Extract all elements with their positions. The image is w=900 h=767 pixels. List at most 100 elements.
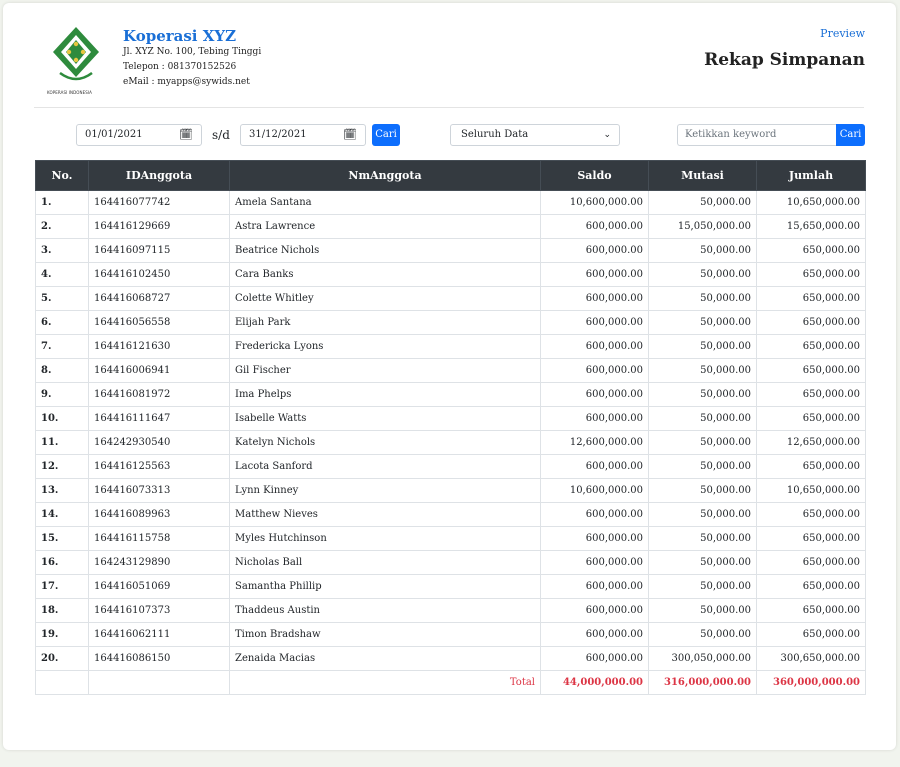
cell-saldo: 600,000.00: [540, 310, 649, 335]
date-filter-button[interactable]: Cari: [372, 124, 400, 146]
table-row: 17. 164416051069 Samantha Phillip 600,000.0…: [35, 574, 866, 599]
cell-mutasi: 50,000.00: [648, 502, 757, 527]
cell-saldo: 600,000.00: [540, 526, 649, 551]
keyword-search-input[interactable]: Ketikkan keyword: [677, 124, 836, 146]
cell-mutasi: 50,000.00: [648, 454, 757, 479]
date-to-input[interactable]: 31/12/2021 🗓︎: [240, 124, 366, 146]
cell-saldo: 600,000.00: [540, 622, 649, 647]
cell-nmanggota: Amela Santana: [229, 190, 541, 215]
data-scope-select[interactable]: Seluruh Data ⌄: [450, 124, 620, 146]
cell-mutasi: 50,000.00: [648, 190, 757, 215]
col-header-mutasi[interactable]: Mutasi: [648, 160, 757, 191]
table-row: 12. 164416125563 Lacota Sanford 600,000.00 5…: [35, 454, 866, 479]
table-row: 20. 164416086150 Zenaida Macias 600,000.00 3…: [35, 646, 866, 671]
table-total-row: Total 44,000,000.00 316,000,000.00 360,0…: [35, 670, 866, 695]
cell-idanggota: 164416081972: [88, 382, 230, 407]
cell-jumlah: 650,000.00: [756, 526, 866, 551]
report-header: KOPERASI INDONESIA Koperasi XYZ Jl. XYZ …: [3, 3, 896, 107]
col-header-jumlah[interactable]: Jumlah: [756, 160, 866, 191]
cell-no: 8.: [35, 358, 89, 383]
cell-nmanggota: Elijah Park: [229, 310, 541, 335]
cell-jumlah: 10,650,000.00: [756, 190, 866, 215]
cell-no: 19.: [35, 622, 89, 647]
cell-mutasi: 50,000.00: [648, 574, 757, 599]
header-divider: [34, 107, 864, 108]
cell-mutasi: 50,000.00: [648, 478, 757, 503]
cell-nmanggota: Timon Bradshaw: [229, 622, 541, 647]
calendar-icon[interactable]: 🗓︎: [343, 125, 357, 145]
cell-idanggota: 164243129890: [88, 550, 230, 575]
cell-idanggota: 164416073313: [88, 478, 230, 503]
cell-no: 11.: [35, 430, 89, 455]
cell-saldo: 600,000.00: [540, 262, 649, 287]
savings-table: No. IDAnggota NmAnggota Saldo Mutasi Jum…: [35, 160, 866, 695]
cell-no: 5.: [35, 286, 89, 311]
cell-mutasi: 50,000.00: [648, 334, 757, 359]
cell-nmanggota: Cara Banks: [229, 262, 541, 287]
cell-jumlah: 650,000.00: [756, 262, 866, 287]
cell-idanggota: 164416006941: [88, 358, 230, 383]
cell-no: 20.: [35, 646, 89, 671]
cell-idanggota: 164416129669: [88, 214, 230, 239]
cell-jumlah: 650,000.00: [756, 598, 866, 623]
col-header-no[interactable]: No.: [35, 160, 89, 191]
cell-saldo: 600,000.00: [540, 334, 649, 359]
cell-saldo: 600,000.00: [540, 286, 649, 311]
cell-no: 16.: [35, 550, 89, 575]
cell-idanggota: 164416056558: [88, 310, 230, 335]
chevron-down-icon: ⌄: [603, 130, 611, 140]
cell-jumlah: 650,000.00: [756, 622, 866, 647]
table-row: 8. 164416006941 Gil Fischer 600,000.00 50,00…: [35, 358, 866, 383]
cell-no: 3.: [35, 238, 89, 263]
search-button[interactable]: Cari: [836, 124, 865, 146]
cell-nmanggota: Fredericka Lyons: [229, 334, 541, 359]
total-spacer: [35, 670, 89, 695]
total-label: Total: [229, 670, 541, 695]
table-row: 7. 164416121630 Fredericka Lyons 600,000.00…: [35, 334, 866, 359]
cell-no: 9.: [35, 382, 89, 407]
cell-nmanggota: Lacota Sanford: [229, 454, 541, 479]
table-row: 19. 164416062111 Timon Bradshaw 600,000.00 5…: [35, 622, 866, 647]
cell-no: 7.: [35, 334, 89, 359]
cell-nmanggota: Myles Hutchinson: [229, 526, 541, 551]
coop-email: eMail : myapps@sywids.net: [123, 77, 250, 87]
table-row: 16. 164243129890 Nicholas Ball 600,000.00 50…: [35, 550, 866, 575]
cell-jumlah: 650,000.00: [756, 382, 866, 407]
cell-jumlah: 650,000.00: [756, 574, 866, 599]
col-header-saldo[interactable]: Saldo: [540, 160, 649, 191]
cell-jumlah: 10,650,000.00: [756, 478, 866, 503]
cell-saldo: 600,000.00: [540, 574, 649, 599]
cell-saldo: 600,000.00: [540, 502, 649, 527]
calendar-icon[interactable]: 🗓︎: [179, 125, 193, 145]
cell-mutasi: 50,000.00: [648, 358, 757, 383]
cell-nmanggota: Zenaida Macias: [229, 646, 541, 671]
cell-idanggota: 164416062111: [88, 622, 230, 647]
cell-no: 17.: [35, 574, 89, 599]
table-row: 1. 164416077742 Amela Santana 10,600,000.00…: [35, 190, 866, 215]
cell-no: 10.: [35, 406, 89, 431]
cell-saldo: 10,600,000.00: [540, 478, 649, 503]
table-row: 15. 164416115758 Myles Hutchinson 600,000.0…: [35, 526, 866, 551]
cell-nmanggota: Isabelle Watts: [229, 406, 541, 431]
cell-mutasi: 50,000.00: [648, 550, 757, 575]
total-jumlah: 360,000,000.00: [756, 670, 866, 695]
cell-idanggota: 164416121630: [88, 334, 230, 359]
logo-caption: KOPERASI INDONESIA: [47, 90, 93, 95]
cell-mutasi: 50,000.00: [648, 310, 757, 335]
date-to-value: 31/12/2021: [249, 129, 307, 140]
date-from-input[interactable]: 01/01/2021 🗓︎: [76, 124, 202, 146]
col-header-idanggota[interactable]: IDAnggota: [88, 160, 230, 191]
col-header-nmanggota[interactable]: NmAnggota: [229, 160, 541, 191]
preview-link[interactable]: Preview: [820, 27, 865, 40]
cell-nmanggota: Samantha Phillip: [229, 574, 541, 599]
cell-saldo: 600,000.00: [540, 358, 649, 383]
cell-jumlah: 12,650,000.00: [756, 430, 866, 455]
date-range-separator: s/d: [212, 128, 230, 142]
cell-jumlah: 650,000.00: [756, 358, 866, 383]
table-row: 2. 164416129669 Astra Lawrence 600,000.00 15…: [35, 214, 866, 239]
cell-no: 2.: [35, 214, 89, 239]
cell-idanggota: 164416089963: [88, 502, 230, 527]
cell-jumlah: 650,000.00: [756, 238, 866, 263]
cell-saldo: 600,000.00: [540, 214, 649, 239]
cell-nmanggota: Lynn Kinney: [229, 478, 541, 503]
